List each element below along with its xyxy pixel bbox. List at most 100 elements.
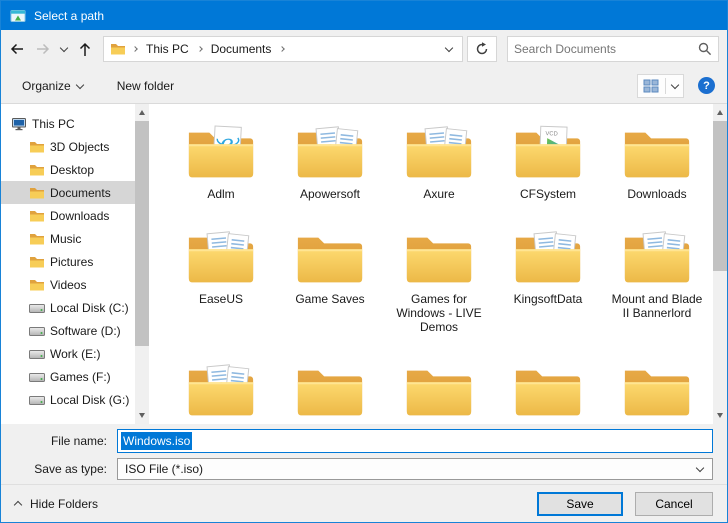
folder-icon (512, 360, 584, 422)
folder-item[interactable]: CFSystem (496, 122, 600, 201)
dialog-footer: Hide Folders Save Cancel (1, 484, 727, 522)
folder-item[interactable]: Mount and Blade II Bannerlord (605, 227, 709, 334)
titlebar: Select a path (1, 1, 727, 30)
drive-icon (29, 393, 45, 407)
scroll-up-icon[interactable] (135, 104, 149, 121)
up-button[interactable] (73, 36, 97, 62)
hide-folders-button[interactable]: Hide Folders (15, 497, 98, 511)
folder-icon (403, 360, 475, 422)
file-list: Adlm Apowersoft Axure CFSystem Downloads (149, 104, 713, 424)
sidebar-item-label: Local Disk (C:) (50, 301, 129, 315)
folder-icon (621, 360, 693, 422)
sidebar-item-label: Desktop (50, 163, 94, 177)
folder-with-documents-icon (294, 122, 366, 184)
app-icon (10, 8, 26, 24)
folder-item[interactable]: Downloads (605, 122, 709, 201)
address-dropdown-icon[interactable] (445, 44, 453, 52)
back-button[interactable] (5, 36, 29, 62)
sidebar-item-downloads[interactable]: Downloads (1, 204, 135, 227)
cancel-button[interactable]: Cancel (635, 492, 713, 516)
content-area: This PC 3D Objects Desktop Documents Dow… (1, 104, 727, 424)
navigation-pane: This PC 3D Objects Desktop Documents Dow… (1, 104, 135, 424)
folder-item-label: Apowersoft (300, 187, 360, 201)
help-button[interactable]: ? (698, 77, 715, 94)
folder-with-ie-document-icon (185, 122, 257, 184)
folder-item-partial[interactable] (278, 360, 382, 422)
sidebar-item-label: Videos (50, 278, 86, 292)
sidebar-item-this-pc[interactable]: This PC (1, 112, 135, 135)
scroll-down-icon[interactable] (135, 407, 149, 424)
folder-item-label: Mount and Blade II Bannerlord (607, 292, 707, 320)
forward-button[interactable] (31, 36, 55, 62)
folder-item[interactable]: Axure (387, 122, 491, 201)
scroll-down-icon[interactable] (713, 407, 727, 424)
folder-item[interactable]: Games for Windows - LIVE Demos (387, 227, 491, 334)
folder-icon (29, 209, 45, 223)
folder-item-label: Axure (423, 187, 454, 201)
breadcrumb-separator-icon (197, 46, 203, 52)
view-thumbnails-icon (643, 79, 659, 93)
scrollbar-thumb[interactable] (135, 121, 149, 346)
sidebar-item-videos[interactable]: Videos (1, 273, 135, 296)
new-folder-label: New folder (117, 79, 174, 93)
save-dialog-window: e VCD (0, 0, 728, 523)
folder-icon (621, 122, 693, 184)
organize-button[interactable]: Organize (13, 74, 92, 98)
folder-icon (29, 278, 45, 292)
folder-item-partial[interactable] (169, 360, 273, 422)
search-box[interactable] (507, 36, 719, 62)
folder-item-partial[interactable] (496, 360, 600, 422)
save-as-type-select[interactable]: ISO File (*.iso) (117, 458, 713, 480)
chevron-down-icon (60, 44, 68, 52)
sidebar-item-label: Local Disk (G:) (50, 393, 129, 407)
folder-item[interactable]: KingsoftData (496, 227, 600, 334)
scroll-up-icon[interactable] (713, 104, 727, 121)
save-button[interactable]: Save (537, 492, 623, 516)
sidebar-item-label: Games (F:) (50, 370, 111, 384)
breadcrumb-separator-icon (280, 46, 286, 52)
folder-item-label: Downloads (627, 187, 686, 201)
file-name-input[interactable]: Windows.iso (117, 429, 713, 453)
folder-item-partial[interactable] (387, 360, 491, 422)
sidebar-item-pictures[interactable]: Pictures (1, 250, 135, 273)
file-list-scrollbar[interactable] (713, 104, 727, 424)
folder-item-label: CFSystem (520, 187, 576, 201)
sidebar-item-documents[interactable]: Documents (1, 181, 135, 204)
sidebar-item-work-e[interactable]: Work (E:) (1, 342, 135, 365)
sidebar-item-local-disk-c[interactable]: Local Disk (C:) (1, 296, 135, 319)
window-title: Select a path (34, 9, 104, 23)
folder-with-documents-icon (621, 227, 693, 289)
scrollbar-thumb[interactable] (713, 121, 727, 271)
location-folder-icon (110, 42, 126, 56)
sidebar-item-local-disk-g[interactable]: Local Disk (G:) (1, 388, 135, 411)
recent-locations-dropdown[interactable] (57, 36, 71, 62)
folder-item[interactable]: Adlm (169, 122, 273, 201)
sidebar-item-3d-objects[interactable]: 3D Objects (1, 135, 135, 158)
up-arrow-icon (78, 42, 92, 57)
new-folder-button[interactable]: New folder (108, 74, 183, 98)
folder-icon (294, 360, 366, 422)
search-input[interactable] (514, 42, 698, 56)
folder-icon (403, 227, 475, 289)
sidebar-scrollbar[interactable] (135, 104, 149, 424)
drive-icon (29, 301, 45, 315)
sidebar-item-music[interactable]: Music (1, 227, 135, 250)
folder-item[interactable]: EaseUS (169, 227, 273, 334)
drive-icon (29, 324, 45, 338)
chevron-down-icon (75, 80, 83, 88)
folder-item[interactable]: Apowersoft (278, 122, 382, 201)
sidebar-item-desktop[interactable]: Desktop (1, 158, 135, 181)
sidebar-item-games-f[interactable]: Games (F:) (1, 365, 135, 388)
sidebar-item-software-d[interactable]: Software (D:) (1, 319, 135, 342)
breadcrumb-this-pc[interactable]: This PC (144, 40, 191, 58)
sidebar-item-label: Documents (50, 186, 111, 200)
folder-item-partial[interactable] (605, 360, 709, 422)
sidebar-item-label: This PC (32, 117, 75, 131)
folder-item[interactable]: Game Saves (278, 227, 382, 334)
view-options-button[interactable] (637, 74, 684, 98)
refresh-icon (475, 42, 489, 56)
breadcrumb-documents[interactable]: Documents (209, 40, 274, 58)
refresh-button[interactable] (467, 36, 497, 62)
address-bar[interactable]: This PC Documents (103, 36, 463, 62)
chevron-up-icon (14, 501, 22, 509)
